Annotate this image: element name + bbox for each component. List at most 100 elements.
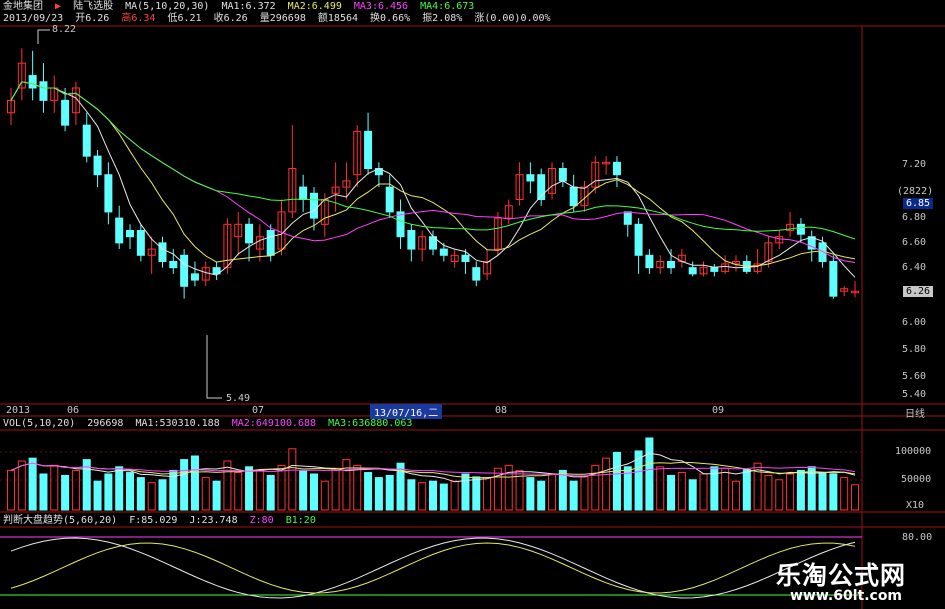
volume-bar <box>266 474 275 511</box>
candle-body <box>364 130 373 170</box>
candle-body <box>93 155 102 176</box>
watermark-url: www.60lt.com <box>790 588 903 604</box>
volume-bar <box>277 464 286 511</box>
candle-body <box>104 174 113 213</box>
period-label[interactable]: 日线 <box>905 405 925 420</box>
volume-bar <box>612 451 621 511</box>
trend-f: F:85.029 <box>129 515 178 526</box>
candle-body <box>612 161 621 176</box>
volume-bar <box>126 472 135 511</box>
volume-bar <box>818 472 827 511</box>
trend-indicator-series <box>10 537 856 599</box>
volume-bar <box>645 437 654 511</box>
vol-ma2: MA2:649100.688 <box>231 418 317 429</box>
current-price-tag: 6.26 <box>903 286 934 297</box>
candle-body <box>39 81 48 101</box>
vol-tick-50000: 50000 <box>901 474 932 485</box>
volume-bar <box>840 477 849 511</box>
price-tick-9: 5.40 <box>902 389 927 400</box>
volume-bar <box>201 477 210 511</box>
volume-header: VOL(5,10,20) 296698 MA1:530310.188 MA2:6… <box>3 418 418 430</box>
candle-body <box>299 186 308 201</box>
volume-bar <box>450 480 459 511</box>
ma30-line <box>10 81 856 240</box>
ref-value-label: (2822) <box>897 186 934 197</box>
volume-bar <box>699 473 708 511</box>
candle-body <box>28 75 37 89</box>
candle-body <box>126 229 135 238</box>
volume-bar <box>385 474 394 511</box>
volume-bar <box>602 457 611 511</box>
volume-bar <box>364 472 373 511</box>
vol-indicator-label: VOL(5,10,20) <box>3 418 76 429</box>
volume-bar <box>50 464 59 511</box>
volume-bar <box>472 476 481 511</box>
volume-bar <box>656 466 665 511</box>
candle-body <box>309 192 318 219</box>
volume-bar-series <box>7 437 859 511</box>
volume-bar <box>234 472 243 511</box>
vol-tick-100000: 100000 <box>895 446 932 457</box>
volume-bar <box>548 473 557 511</box>
volume-bar <box>331 467 340 511</box>
volume-bar <box>429 480 437 511</box>
candle-body <box>710 267 719 272</box>
candle-body <box>569 186 578 207</box>
volume-bar <box>190 455 199 511</box>
candle-body <box>645 254 654 269</box>
price-tick-3: 6.60 <box>902 237 927 248</box>
volume-bar <box>147 482 156 511</box>
price-tick-8: 5.60 <box>902 371 927 382</box>
candle-body <box>688 267 697 275</box>
volume-bar <box>180 459 189 511</box>
volume-bar <box>526 477 535 511</box>
volume-bar <box>407 479 416 511</box>
candle-body <box>526 174 535 182</box>
vol-ma3: MA3:636880.063 <box>328 418 413 429</box>
candle-body <box>266 229 275 256</box>
candle-body <box>634 223 643 256</box>
volume-bar <box>677 472 686 511</box>
trend-tick-80: 80.00 <box>902 532 933 543</box>
time-label-09: 09 <box>712 405 725 416</box>
volume-bar <box>255 469 264 511</box>
candle-body <box>245 223 254 244</box>
volume-bar <box>688 479 697 511</box>
candle-body <box>667 260 676 269</box>
volume-bar <box>439 483 448 511</box>
vol-value: 296698 <box>87 418 124 429</box>
volume-bar <box>418 482 427 511</box>
price-tick-6: 6.00 <box>902 317 927 328</box>
volume-bar <box>764 474 773 511</box>
volume-bar <box>775 479 784 511</box>
candle-body <box>115 217 124 244</box>
volume-bar <box>580 476 589 511</box>
volume-bar <box>17 460 26 511</box>
trend-f-line <box>10 537 856 599</box>
candle-body <box>61 99 70 126</box>
price-tick-4: 6.40 <box>902 262 927 273</box>
volume-bar <box>288 448 297 511</box>
volume-bar <box>104 473 113 511</box>
candle-body <box>439 248 448 256</box>
cursor-date-tag: 13/07/16,二 <box>370 404 443 419</box>
price-tick-2: 6.80 <box>902 212 927 223</box>
volume-bar <box>851 484 859 511</box>
candle-body <box>558 168 567 182</box>
volume-bar <box>158 479 167 511</box>
vol-unit: X10 <box>906 500 925 511</box>
volume-bar <box>245 466 254 511</box>
price-tick-7: 5.80 <box>902 344 927 355</box>
volume-bar <box>299 469 308 511</box>
candle-body <box>158 242 167 262</box>
volume-bar <box>7 469 15 511</box>
vol-ma1: MA1:530310.188 <box>135 418 220 429</box>
time-label-06: 06 <box>67 405 80 416</box>
high-marker-line <box>37 29 50 44</box>
trend-j: J:23.748 <box>189 515 238 526</box>
volume-bar <box>461 473 470 511</box>
trend-header: 判断大盘趋势(5,60,20) F:85.029 J:23.748 Z:80 B… <box>3 515 322 527</box>
volume-bar <box>721 467 730 511</box>
volume-bar <box>309 473 318 511</box>
time-label-08: 08 <box>495 405 508 416</box>
